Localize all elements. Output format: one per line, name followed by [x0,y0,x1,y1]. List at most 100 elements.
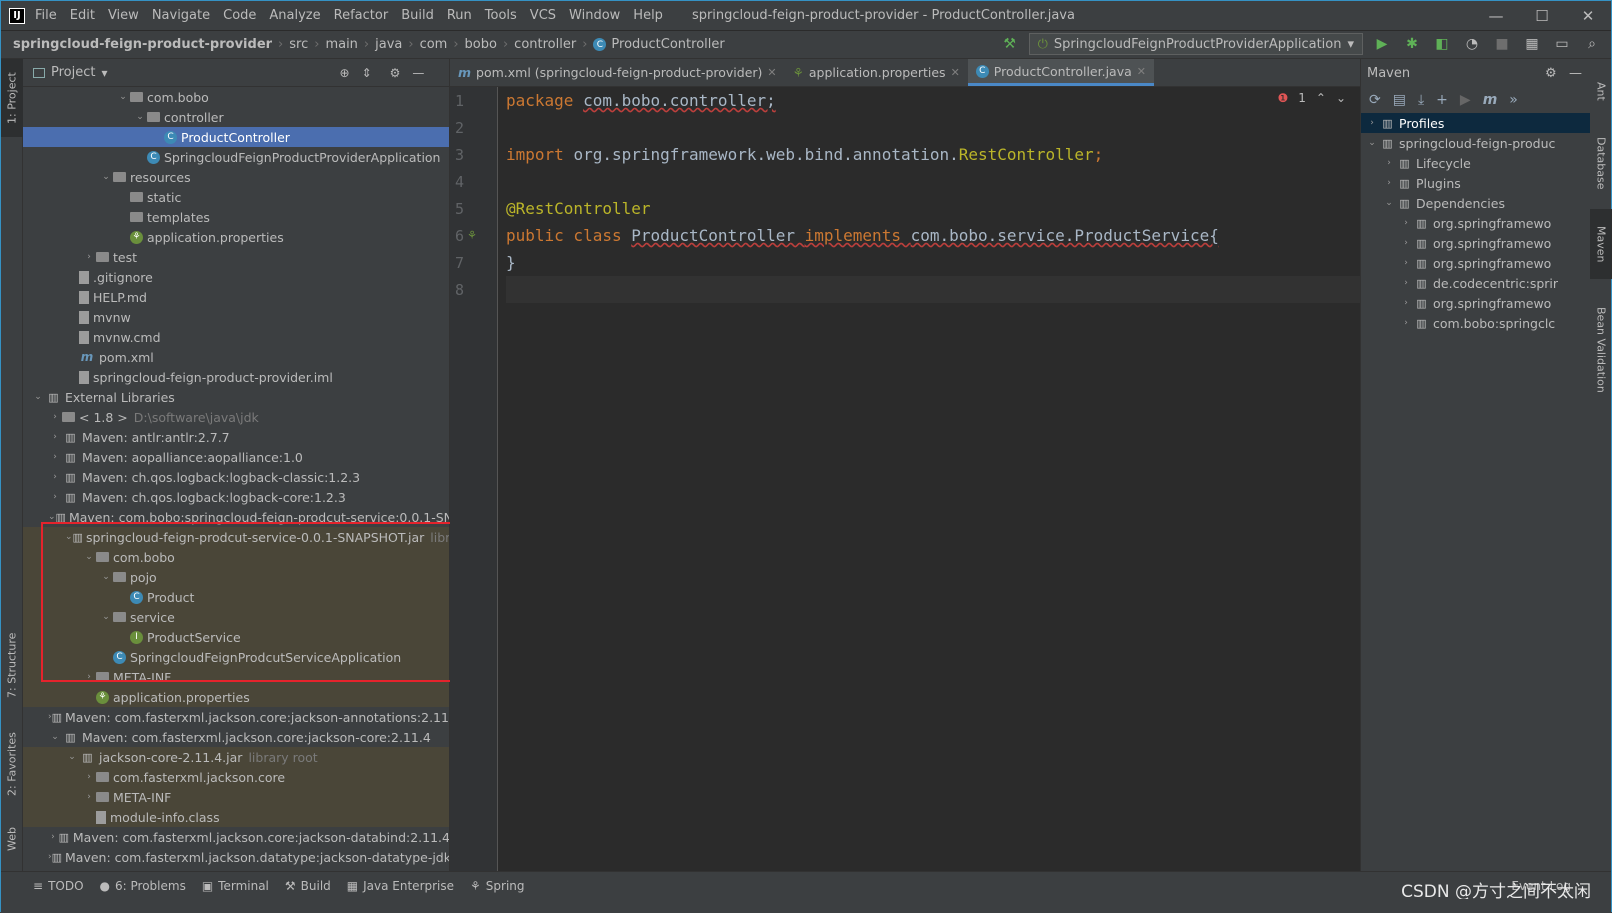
tree-node[interactable]: springcloud-feign-product-provider.iml [23,367,449,387]
profile-icon[interactable]: ◔ [1461,33,1483,55]
previous-highlight-icon[interactable]: ⌃ [1316,91,1326,105]
tree-node[interactable]: ⌄ ▥ springcloud-feign-prodcut-service-0.0.… [23,527,449,547]
breadcrumb-item[interactable]: src [289,37,308,52]
tool-window--problems[interactable]: ● 6: Problems [100,879,186,893]
project-panel-title[interactable]: Project [51,65,95,80]
tab-bean-validation[interactable]: Bean Validation [1590,285,1612,415]
tree-node[interactable]: ⌄ com.bobo [23,87,449,107]
menu-item-vcs[interactable]: VCS [530,8,556,23]
collapse-all-icon[interactable]: ⇕ [362,66,372,80]
menu-item-file[interactable]: File [35,8,57,23]
tree-node[interactable]: ⌄ ▥ jackson-core-2.11.4.jar library root [23,747,449,767]
tree-node[interactable]: C SpringcloudFeignProductProviderApplicat… [23,147,449,167]
tree-node[interactable]: C Product [23,587,449,607]
tab-ant[interactable]: Ant [1590,63,1612,119]
maven-goal-icon[interactable]: m [1483,92,1498,108]
hide-icon[interactable]: — [1569,66,1582,81]
chevron-down-icon[interactable]: ⌄ [99,172,113,182]
chevron-down-icon[interactable]: ⌄ [48,512,56,522]
next-highlight-icon[interactable]: ⌄ [1336,91,1346,105]
maven-tree-node[interactable]: ⌄ ▥ Dependencies [1361,193,1590,213]
search-icon[interactable]: ⌕ [1581,33,1603,55]
breadcrumb-item[interactable]: springcloud-feign-product-provider [13,37,272,52]
tree-node[interactable]: › ▥ Maven: aopalliance:aopalliance:1.0 [23,447,449,467]
breadcrumb-item[interactable]: java [375,37,402,52]
menu-item-analyze[interactable]: Analyze [269,8,320,23]
editor-tab[interactable]: C ProductController.java ✕ [967,59,1154,86]
maximize-icon[interactable]: ☐ [1519,1,1565,31]
code-view[interactable]: package com.bobo.controller; import org.s… [506,87,1360,303]
close-icon[interactable]: ✕ [1565,1,1611,31]
menu-item-help[interactable]: Help [633,8,663,23]
chevron-down-icon[interactable]: ⌄ [99,572,113,582]
breadcrumb-item[interactable]: ProductController [611,37,724,52]
tree-node[interactable]: mvnw.cmd [23,327,449,347]
tree-node[interactable]: ⌄ resources [23,167,449,187]
menu-item-window[interactable]: Window [569,8,620,23]
chevron-right-icon[interactable]: › [48,452,62,462]
chevron-down-icon[interactable]: ⌄ [1365,138,1379,148]
chevron-down-icon[interactable]: ⌄ [1382,198,1396,208]
tree-node[interactable]: mvnw [23,307,449,327]
tool-window-spring[interactable]: ⚘ Spring [470,879,525,893]
reload-icon[interactable]: ⟳ [1369,92,1381,108]
maven-tree-node[interactable]: › ▥ Plugins [1361,173,1590,193]
run-icon[interactable]: ▶ [1371,33,1393,55]
tree-node[interactable]: › ▥ Maven: ch.qos.logback:logback-classic:… [23,467,449,487]
chevron-right-icon[interactable]: › [1365,118,1379,128]
tree-node[interactable]: › META-INF [23,787,449,807]
editor-tab[interactable]: m pom.xml (springcloud-feign-product-prov… [450,59,785,86]
tree-node[interactable]: ⌄ service [23,607,449,627]
chevron-right-icon[interactable]: › [1399,298,1413,308]
chevron-right-icon[interactable]: › [1399,278,1413,288]
chevron-right-icon[interactable]: › [82,792,96,802]
chevron-down-icon[interactable]: ⌄ [31,392,45,402]
maven-tree-node[interactable]: › ▥ Lifecycle [1361,153,1590,173]
chevron-down-icon[interactable]: ⌄ [65,532,73,542]
tab-maven[interactable]: Maven [1590,209,1612,279]
menu-item-navigate[interactable]: Navigate [152,8,210,23]
chevron-down-icon[interactable]: ⌄ [48,732,62,742]
chevron-right-icon[interactable]: › [1399,218,1413,228]
maven-tree-node[interactable]: › ▥ org.springframewo [1361,253,1590,273]
minimize-icon[interactable]: — [1473,1,1519,31]
tree-node[interactable]: module-info.class [23,807,449,827]
tree-node[interactable]: › ▥ Maven: com.fasterxml.jackson.core:jack… [23,707,449,727]
tree-node[interactable]: HELP.md [23,287,449,307]
editor-tab[interactable]: ⚘ application.properties ✕ [785,59,968,86]
tab-web[interactable]: Web [1,819,23,859]
download-icon[interactable]: ⤓ [1418,92,1424,108]
tree-node[interactable]: ⌄ ▥ Maven: com.fasterxml.jackson.core:jack… [23,727,449,747]
maven-tree-node[interactable]: › ▥ com.bobo:springclc [1361,313,1590,333]
chevron-down-icon[interactable]: ▾ [101,66,107,80]
tab-favorites[interactable]: 2: Favorites [1,719,23,809]
chevron-right-icon[interactable]: › [82,772,96,782]
tree-node[interactable]: › com.fasterxml.jackson.core [23,767,449,787]
tool-window-todo[interactable]: ≡ TODO [33,879,84,893]
stop-icon[interactable]: ■ [1491,33,1513,55]
generate-sources-icon[interactable]: ▤ [1393,92,1406,108]
tree-node[interactable]: templates [23,207,449,227]
tree-node[interactable]: ⌄ com.bobo [23,547,449,567]
tool-window-build[interactable]: ⚒ Build [285,879,331,893]
chevron-right-icon[interactable]: › [48,432,62,442]
locate-icon[interactable]: ⊕ [340,66,350,80]
menu-item-code[interactable]: Code [223,8,256,23]
chevron-down-icon[interactable]: ⌄ [65,752,79,762]
breadcrumb-item[interactable]: controller [514,37,576,52]
chevron-right-icon[interactable]: › [1399,318,1413,328]
chevron-right-icon[interactable]: › [48,492,62,502]
tree-node[interactable]: static [23,187,449,207]
chevron-right-icon[interactable]: › [1399,258,1413,268]
build-hammer-icon[interactable]: ⚒ [999,33,1021,55]
menu-item-build[interactable]: Build [401,8,434,23]
chevron-right-icon[interactable]: › [82,252,96,262]
tree-node[interactable]: .gitignore [23,267,449,287]
menu-item-run[interactable]: Run [447,8,472,23]
maven-tree-node[interactable]: › ▥ Profiles [1361,113,1590,133]
close-tab-icon[interactable]: ✕ [1137,65,1146,78]
layout-icon[interactable]: ▭ [1551,33,1573,55]
tree-node[interactable]: ⌄ ▥ External Libraries [23,387,449,407]
gear-icon[interactable]: ⚙ [390,66,401,80]
breadcrumb-item[interactable]: com [420,37,448,52]
